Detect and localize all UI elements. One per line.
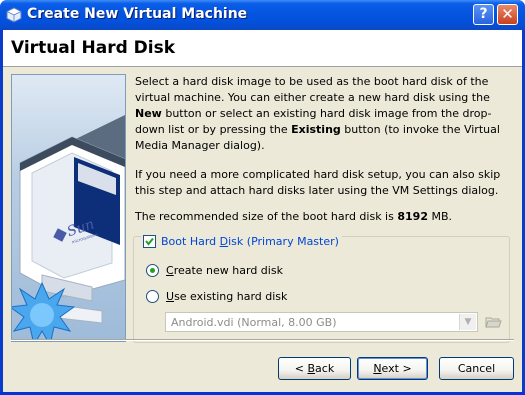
- description-existing-keyword: Existing: [291, 123, 341, 136]
- dialog-client-area: Virtual Hard Disk Sun microsystems Selec…: [3, 30, 522, 392]
- button-separator: [11, 339, 514, 341]
- radio-selected-dot: [150, 267, 155, 273]
- help-button[interactable]: ?: [473, 4, 494, 25]
- label-access-key: D: [219, 234, 229, 248]
- description-paragraph-3: The recommended size of the boot hard di…: [135, 209, 505, 225]
- description-paragraph-1: Select a hard disk image to be used as t…: [135, 74, 505, 154]
- checkmark-icon: [145, 237, 154, 246]
- label-access-key: C: [166, 263, 174, 277]
- button-access-key: N: [373, 362, 382, 375]
- next-button[interactable]: Next >: [357, 357, 428, 380]
- label-text: reate new hard disk: [173, 263, 283, 277]
- boot-hard-disk-label: Boot Hard Disk (Primary Master): [161, 235, 339, 248]
- boot-hard-disk-checkbox-row[interactable]: Boot Hard Disk (Primary Master): [141, 233, 342, 249]
- folder-open-icon: [485, 317, 502, 328]
- virtualbox-monitor-illustration: Sun microsystems: [12, 115, 125, 341]
- label-text: se existing hard disk: [174, 289, 288, 303]
- recommended-size-value: 8192: [397, 210, 428, 223]
- use-existing-disk-label: Use existing hard disk: [166, 290, 287, 303]
- button-text: <: [294, 362, 308, 375]
- recommended-size-unit: MB.: [427, 210, 453, 223]
- button-text: ack: [315, 362, 335, 375]
- page-header: Virtual Hard Disk: [3, 30, 522, 67]
- wizard-side-image: Sun microsystems: [11, 74, 126, 342]
- cancel-button[interactable]: Cancel: [439, 357, 514, 380]
- existing-disk-select-value: Android.vdi (Normal, 8.00 GB): [171, 316, 337, 329]
- label-text: Boot Hard: [161, 234, 220, 248]
- boot-hard-disk-checkbox[interactable]: [143, 234, 156, 248]
- button-access-key: B: [307, 362, 316, 375]
- create-new-disk-option[interactable]: Create new hard disk: [146, 262, 283, 278]
- description-text: Select a hard disk image to be used as t…: [135, 75, 490, 104]
- virtualbox-app-icon: [6, 7, 22, 23]
- chevron-down-icon[interactable]: ▼: [459, 314, 476, 330]
- existing-disk-select[interactable]: Android.vdi (Normal, 8.00 GB) ▼: [165, 312, 478, 332]
- create-new-disk-label: Create new hard disk: [166, 264, 283, 277]
- recommended-size-label: The recommended size of the boot hard di…: [135, 210, 398, 223]
- button-text: ext >: [381, 362, 412, 375]
- label-access-key: U: [166, 289, 175, 303]
- description-new-keyword: New: [135, 107, 162, 120]
- create-new-disk-radio[interactable]: [146, 263, 159, 277]
- label-text: isk (Primary Master): [228, 234, 339, 248]
- use-existing-disk-radio[interactable]: [146, 289, 159, 303]
- window-title: Create New Virtual Machine: [27, 6, 248, 22]
- title-bar[interactable]: Create New Virtual Machine ? ✕: [0, 0, 525, 30]
- page-title: Virtual Hard Disk: [11, 38, 176, 58]
- open-disk-manager-button[interactable]: [484, 313, 502, 331]
- use-existing-disk-option[interactable]: Use existing hard disk: [146, 288, 287, 304]
- back-button[interactable]: < Back: [278, 357, 351, 380]
- description-paragraph-2: If you need a more complicated hard disk…: [135, 168, 501, 197]
- dialog-window: Create New Virtual Machine ? ✕ Virtual H…: [0, 0, 525, 395]
- close-button[interactable]: ✕: [497, 4, 518, 25]
